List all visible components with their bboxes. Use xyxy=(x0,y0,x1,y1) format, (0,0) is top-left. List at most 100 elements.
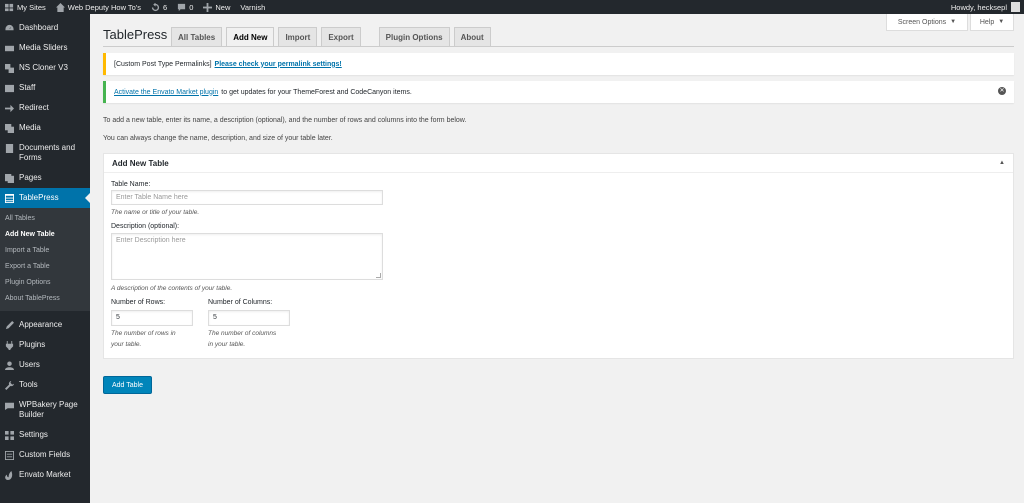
sidebar-item-label: Custom Fields xyxy=(19,450,71,459)
howdy-label: Howdy, hecksepl xyxy=(950,2,1007,12)
dismiss-icon[interactable]: ✕ xyxy=(998,87,1006,95)
sidebar-item-settings[interactable]: Settings xyxy=(0,425,90,445)
tablepress-icon xyxy=(4,193,15,203)
page-title: TablePress xyxy=(103,27,168,42)
submenu-import-table[interactable]: Import a Table xyxy=(0,243,90,259)
description-textarea[interactable]: Enter Description here xyxy=(111,233,383,280)
postbox-title: Add New Table xyxy=(112,158,169,168)
add-table-button[interactable]: Add Table xyxy=(103,376,152,394)
rows-label: Number of Rows: xyxy=(111,299,166,306)
home-icon xyxy=(55,2,65,12)
media-sliders-icon xyxy=(4,43,15,53)
tab-plugin-options[interactable]: Plugin Options xyxy=(378,27,450,46)
dashboard-icon xyxy=(4,23,15,33)
sidebar-item-envato-market[interactable]: Envato Market xyxy=(0,465,90,485)
rows-desc: The number of rows in your table. xyxy=(111,328,176,350)
screen-options-button[interactable]: Screen Options ▼ xyxy=(886,14,968,31)
my-account-menu[interactable]: Howdy, hecksepl xyxy=(946,0,1024,14)
sidebar-item-documents[interactable]: Documents and Forms xyxy=(0,138,90,168)
comments-menu[interactable]: 0 xyxy=(172,0,198,14)
sidebar-item-label: Tools xyxy=(19,380,38,389)
activate-envato-link[interactable]: Activate the Envato Market plugin xyxy=(114,89,218,96)
avatar xyxy=(1011,2,1020,12)
submenu-about-tablepress[interactable]: About TablePress xyxy=(0,291,90,307)
permalinks-settings-link[interactable]: Please check your permalink settings! xyxy=(215,61,342,68)
updates-icon xyxy=(151,2,160,11)
sidebar-item-label: Redirect xyxy=(19,103,49,112)
envato-notice-text: to get updates for your ThemeForest and … xyxy=(221,88,412,96)
documents-icon xyxy=(4,143,15,153)
sidebar-item-staff[interactable]: Staff xyxy=(0,78,90,98)
tab-import[interactable]: Import xyxy=(278,27,318,46)
tabs-divider xyxy=(103,46,1014,47)
sidebar-item-label: Pages xyxy=(19,173,42,182)
sidebar-item-tablepress[interactable]: TablePress xyxy=(0,188,90,208)
sidebar-item-label: Documents and Forms xyxy=(19,143,76,162)
varnish-menu[interactable]: Varnish xyxy=(235,0,270,14)
sidebar-item-label: Media Sliders xyxy=(19,43,68,52)
redirect-icon xyxy=(4,103,15,113)
postbox-header[interactable]: Add New Table ▲ xyxy=(104,154,1013,173)
sidebar-item-label: Envato Market xyxy=(19,470,71,479)
sidebar-item-ns-cloner[interactable]: NS Cloner V3 xyxy=(0,58,90,78)
sidebar-item-media-sliders[interactable]: Media Sliders xyxy=(0,38,90,58)
sidebar-item-label: Dashboard xyxy=(19,23,59,32)
pages-icon xyxy=(4,173,15,183)
appearance-icon xyxy=(4,320,15,330)
wpbakery-icon xyxy=(4,400,15,410)
sidebar-item-redirect[interactable]: Redirect xyxy=(0,98,90,118)
table-name-desc: The name or title of your table. xyxy=(111,209,200,216)
help-label: Help xyxy=(979,18,995,26)
collapse-arrow-icon[interactable]: ▲ xyxy=(999,160,1005,166)
description-label: Description (optional): xyxy=(111,223,180,230)
comment-icon xyxy=(178,3,186,11)
sidebar-item-label: Staff xyxy=(19,83,36,92)
custom-fields-icon xyxy=(4,450,15,460)
add-new-table-box: Add New Table ▲ Table Name: Enter Table … xyxy=(103,153,1014,359)
sidebar-item-tools[interactable]: Tools xyxy=(0,375,90,395)
sidebar-item-pages[interactable]: Pages xyxy=(0,168,90,188)
my-sites-menu[interactable]: My Sites xyxy=(0,0,51,14)
users-icon xyxy=(4,360,15,370)
help-button[interactable]: Help ▼ xyxy=(970,14,1014,31)
sidebar-item-users[interactable]: Users xyxy=(0,355,90,375)
my-sites-icon xyxy=(5,3,14,11)
tablepress-submenu: All Tables Add New Table Import a Table … xyxy=(0,208,90,311)
submenu-all-tables[interactable]: All Tables xyxy=(0,211,90,227)
sidebar-item-plugins[interactable]: Plugins xyxy=(0,335,90,355)
sidebar-item-wpbakery[interactable]: WPBakery Page Builder xyxy=(0,395,90,425)
comments-count: 0 xyxy=(189,2,194,12)
table-name-input[interactable]: Enter Table Name here xyxy=(111,190,383,205)
tab-about[interactable]: About xyxy=(453,27,491,46)
intro-line-1: To add a new table, enter its name, a de… xyxy=(103,117,467,124)
sidebar-item-appearance[interactable]: Appearance xyxy=(0,315,90,335)
rows-input[interactable]: 5 xyxy=(111,310,193,326)
resize-handle-icon[interactable] xyxy=(376,273,381,278)
cloner-icon xyxy=(4,63,15,73)
admin-bar: My Sites Web Deputy How To's 6 0 New Var… xyxy=(0,0,1024,14)
tab-all-tables[interactable]: All Tables xyxy=(171,27,223,46)
plus-icon xyxy=(203,2,213,12)
site-name-menu[interactable]: Web Deputy How To's xyxy=(51,0,146,14)
sidebar-item-label: Settings xyxy=(19,430,48,439)
sidebar-item-custom-fields[interactable]: Custom Fields xyxy=(0,445,90,465)
submenu-export-table[interactable]: Export a Table xyxy=(0,259,90,275)
screen-options-label: Screen Options xyxy=(897,18,947,26)
submenu-plugin-options[interactable]: Plugin Options xyxy=(0,275,90,291)
tab-add-new[interactable]: Add New xyxy=(226,27,275,46)
rows-desc-line-1: The number of rows in xyxy=(111,330,176,337)
columns-label: Number of Columns: xyxy=(208,299,273,306)
description-placeholder: Enter Description here xyxy=(116,237,186,244)
submenu-add-new-table[interactable]: Add New Table xyxy=(0,227,90,243)
permalinks-notice: [Custom Post Type Permalinks] Please che… xyxy=(103,53,1014,75)
sidebar-item-dashboard[interactable]: Dashboard xyxy=(0,18,90,38)
description-desc: A description of the contents of your ta… xyxy=(111,285,233,292)
tools-icon xyxy=(4,380,15,390)
updates-menu[interactable]: 6 xyxy=(146,0,172,14)
columns-desc: The number of columns in your table. xyxy=(208,328,276,350)
tab-export[interactable]: Export xyxy=(321,27,361,46)
sidebar-item-label: WPBakery Page Builder xyxy=(19,400,78,419)
columns-input[interactable]: 5 xyxy=(208,310,290,326)
new-content-menu[interactable]: New xyxy=(198,0,235,14)
sidebar-item-media[interactable]: Media xyxy=(0,118,90,138)
